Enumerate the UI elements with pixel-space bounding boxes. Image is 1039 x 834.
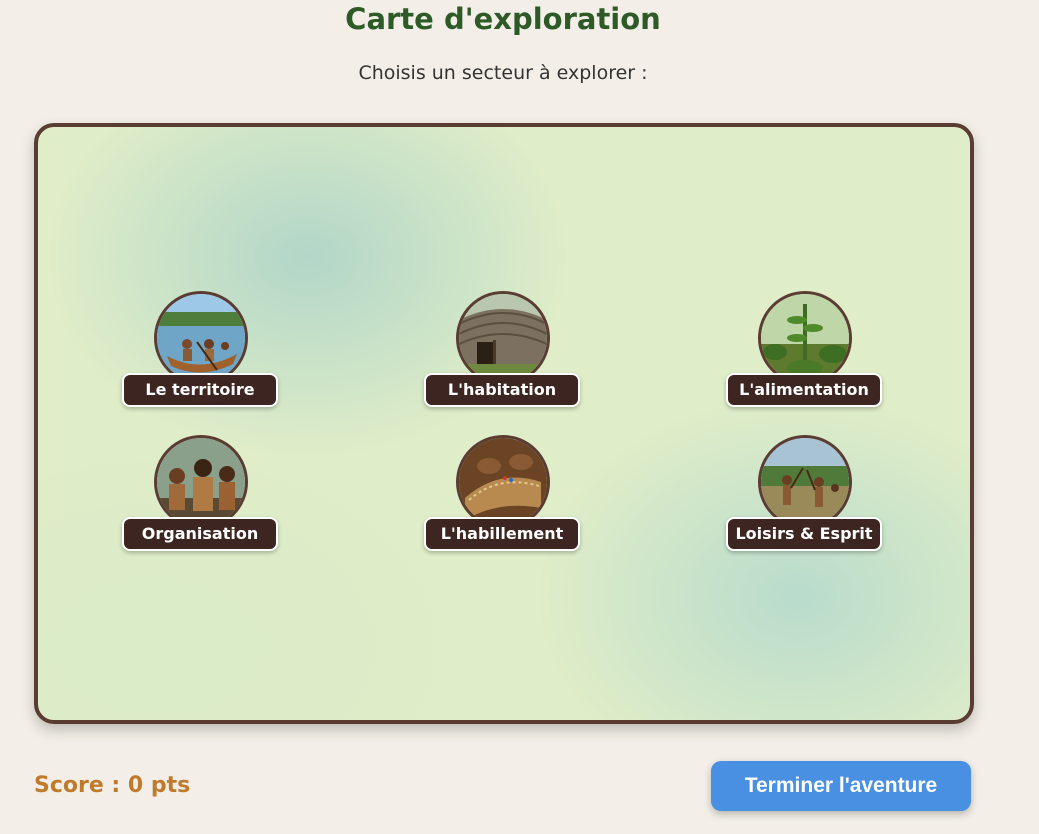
score-display: Score : 0 pts	[34, 773, 191, 798]
alimentation-thumbnail[interactable]	[758, 291, 852, 385]
habitation-thumbnail[interactable]	[456, 291, 550, 385]
page-title: Carte d'exploration	[345, 2, 661, 36]
habillement-thumbnail[interactable]	[456, 435, 550, 529]
sector-loisirs-esprit[interactable]: Loisirs & Esprit	[726, 435, 896, 565]
corn-field-image	[761, 294, 849, 382]
territoire-thumbnail[interactable]	[154, 291, 248, 385]
sector-label-alimentation[interactable]: L'alimentation	[726, 373, 882, 407]
sector-territoire[interactable]: Le territoire	[122, 291, 292, 421]
sector-alimentation[interactable]: L'alimentation	[726, 291, 896, 421]
sector-label-loisirs-esprit[interactable]: Loisirs & Esprit	[726, 517, 882, 551]
loisirs-esprit-thumbnail[interactable]	[758, 435, 852, 529]
beadwork-sewing-image	[459, 438, 547, 526]
page-subtitle: Choisis un secteur à explorer :	[358, 62, 648, 84]
sector-organisation[interactable]: Organisation	[122, 435, 292, 565]
group-gathering-image	[157, 438, 245, 526]
sector-label-habitation[interactable]: L'habitation	[424, 373, 580, 407]
canoe-lake-image	[157, 294, 245, 382]
exploration-map: Le territoire L'habitation L'alimentatio…	[34, 123, 974, 724]
longhouse-image	[459, 294, 547, 382]
lacrosse-game-image	[761, 438, 849, 526]
sector-label-organisation[interactable]: Organisation	[122, 517, 278, 551]
sector-habillement[interactable]: L'habillement	[424, 435, 594, 565]
organisation-thumbnail[interactable]	[154, 435, 248, 529]
sector-habitation[interactable]: L'habitation	[424, 291, 594, 421]
sector-label-habillement[interactable]: L'habillement	[424, 517, 580, 551]
finish-adventure-button[interactable]: Terminer l'aventure	[711, 761, 971, 811]
sector-label-territoire[interactable]: Le territoire	[122, 373, 278, 407]
